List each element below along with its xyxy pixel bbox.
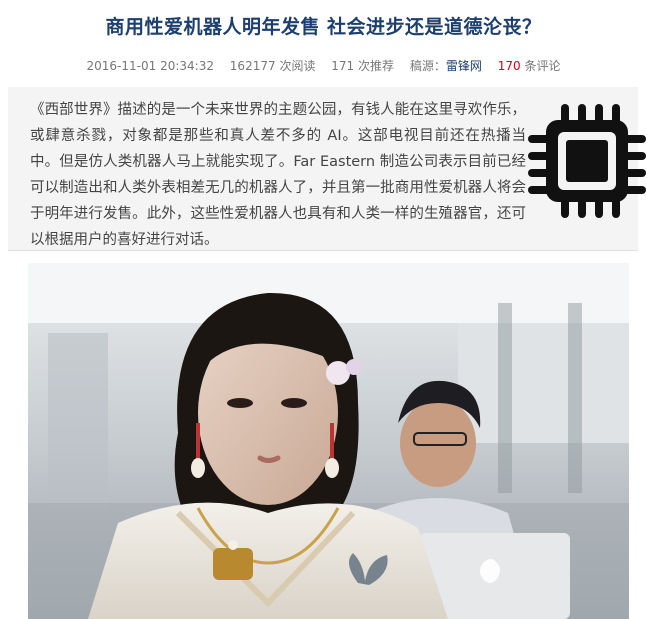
article-photo bbox=[28, 263, 629, 619]
view-count: 162177 次阅读 bbox=[229, 59, 316, 73]
article-meta: 2016-11-01 20:34:32 162177 次阅读 171 次推荐 稿… bbox=[0, 57, 647, 74]
source-link[interactable]: 雷锋网 bbox=[446, 59, 482, 73]
summary-text: 《西部世界》描述的是一个未来世界的主题公园，有钱人能在这里寻欢作乐，或肆意杀戮，… bbox=[30, 102, 526, 248]
recommend-count: 171 次推荐 bbox=[331, 59, 395, 73]
cpu-chip-icon bbox=[528, 102, 646, 220]
article-title: 商用性爱机器人明年发售 社会进步还是道德沦丧？ bbox=[105, 16, 542, 38]
comment-count[interactable]: 170 条评论 bbox=[498, 59, 561, 73]
article-summary: 《西部世界》描述的是一个未来世界的主题公园，有钱人能在这里寻欢作乐，或肆意杀戮，… bbox=[8, 87, 646, 251]
publish-datetime: 2016-11-01 20:34:32 bbox=[86, 59, 214, 73]
article-source: 稿源：雷锋网 bbox=[409, 59, 482, 73]
